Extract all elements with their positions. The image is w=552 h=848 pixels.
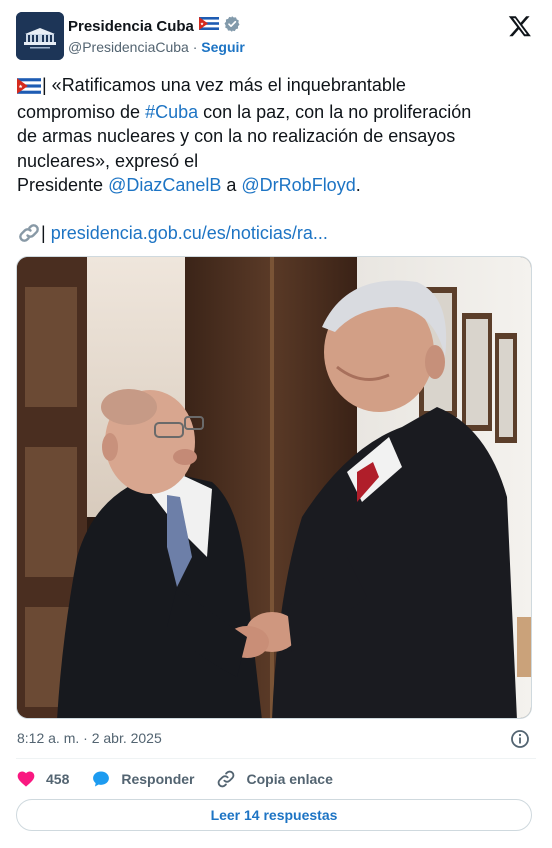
like-button[interactable]: 458 xyxy=(16,769,69,789)
verified-badge-icon xyxy=(223,15,241,38)
mention-link-robfloyd[interactable]: @DrRobFloyd xyxy=(241,175,355,195)
separator: · xyxy=(188,39,202,55)
author-names: Presidencia Cuba @PresidenciaCuba · Segu… xyxy=(68,15,245,55)
tweet-line-4: nucleares», expresó el xyxy=(17,150,199,171)
copy-link-icon xyxy=(216,769,236,789)
tweet-line-2: compromiso de #Cuba con la paz, con la n… xyxy=(17,102,472,123)
reply-label: Responder xyxy=(121,771,195,787)
info-icon[interactable] xyxy=(510,729,530,749)
reply-bubble-icon xyxy=(91,769,111,789)
avatar[interactable] xyxy=(16,12,64,60)
tweet-embed-card: Presidencia Cuba @PresidenciaCuba · Segu… xyxy=(0,0,552,848)
tweet-line-1: | «Ratificamos una vez más el inquebrant… xyxy=(17,73,537,100)
heart-icon xyxy=(16,769,36,789)
tweet-line-5: Presidente @DiazCanelB a @DrRobFloyd. xyxy=(17,174,361,195)
link-icon xyxy=(17,224,41,248)
cuba-flag-icon xyxy=(198,17,219,35)
like-count: 458 xyxy=(46,771,70,787)
action-bar: 458 Responder Copia enlace xyxy=(16,766,355,792)
mention-link-diazcanel[interactable]: @DiazCanelB xyxy=(108,175,221,195)
handle-row: @PresidenciaCuba · Seguir xyxy=(68,39,245,55)
tweet-text: | «Ratificamos una vez más el inquebrant… xyxy=(17,73,537,248)
copy-link-button[interactable]: Copia enlace xyxy=(216,769,333,789)
tweet-line-link: | presidencia.gob.cu/es/noticias/ra... xyxy=(17,221,537,248)
handle[interactable]: @PresidenciaCuba xyxy=(68,39,189,55)
tweet-line-3: de armas nucleares y con la no realizaci… xyxy=(17,126,456,147)
display-name[interactable]: Presidencia Cuba xyxy=(68,18,194,35)
x-logo-icon[interactable] xyxy=(508,14,532,38)
hashtag-link[interactable]: #Cuba xyxy=(145,102,198,122)
copy-link-label: Copia enlace xyxy=(246,771,333,787)
timestamp[interactable]: 8:12 a. m. · 2 abr. 2025 xyxy=(17,730,162,746)
tweet-header: Presidencia Cuba @PresidenciaCuba · Segu… xyxy=(16,12,536,60)
read-replies-button[interactable]: Leer 14 respuestas xyxy=(16,799,532,831)
article-link[interactable]: presidencia.gob.cu/es/noticias/ra... xyxy=(51,223,328,243)
reply-button[interactable]: Responder xyxy=(91,769,194,789)
follow-button[interactable]: Seguir xyxy=(201,39,245,55)
divider xyxy=(16,758,536,759)
tweet-photo[interactable] xyxy=(16,256,532,719)
cuba-flag-icon xyxy=(17,76,41,100)
